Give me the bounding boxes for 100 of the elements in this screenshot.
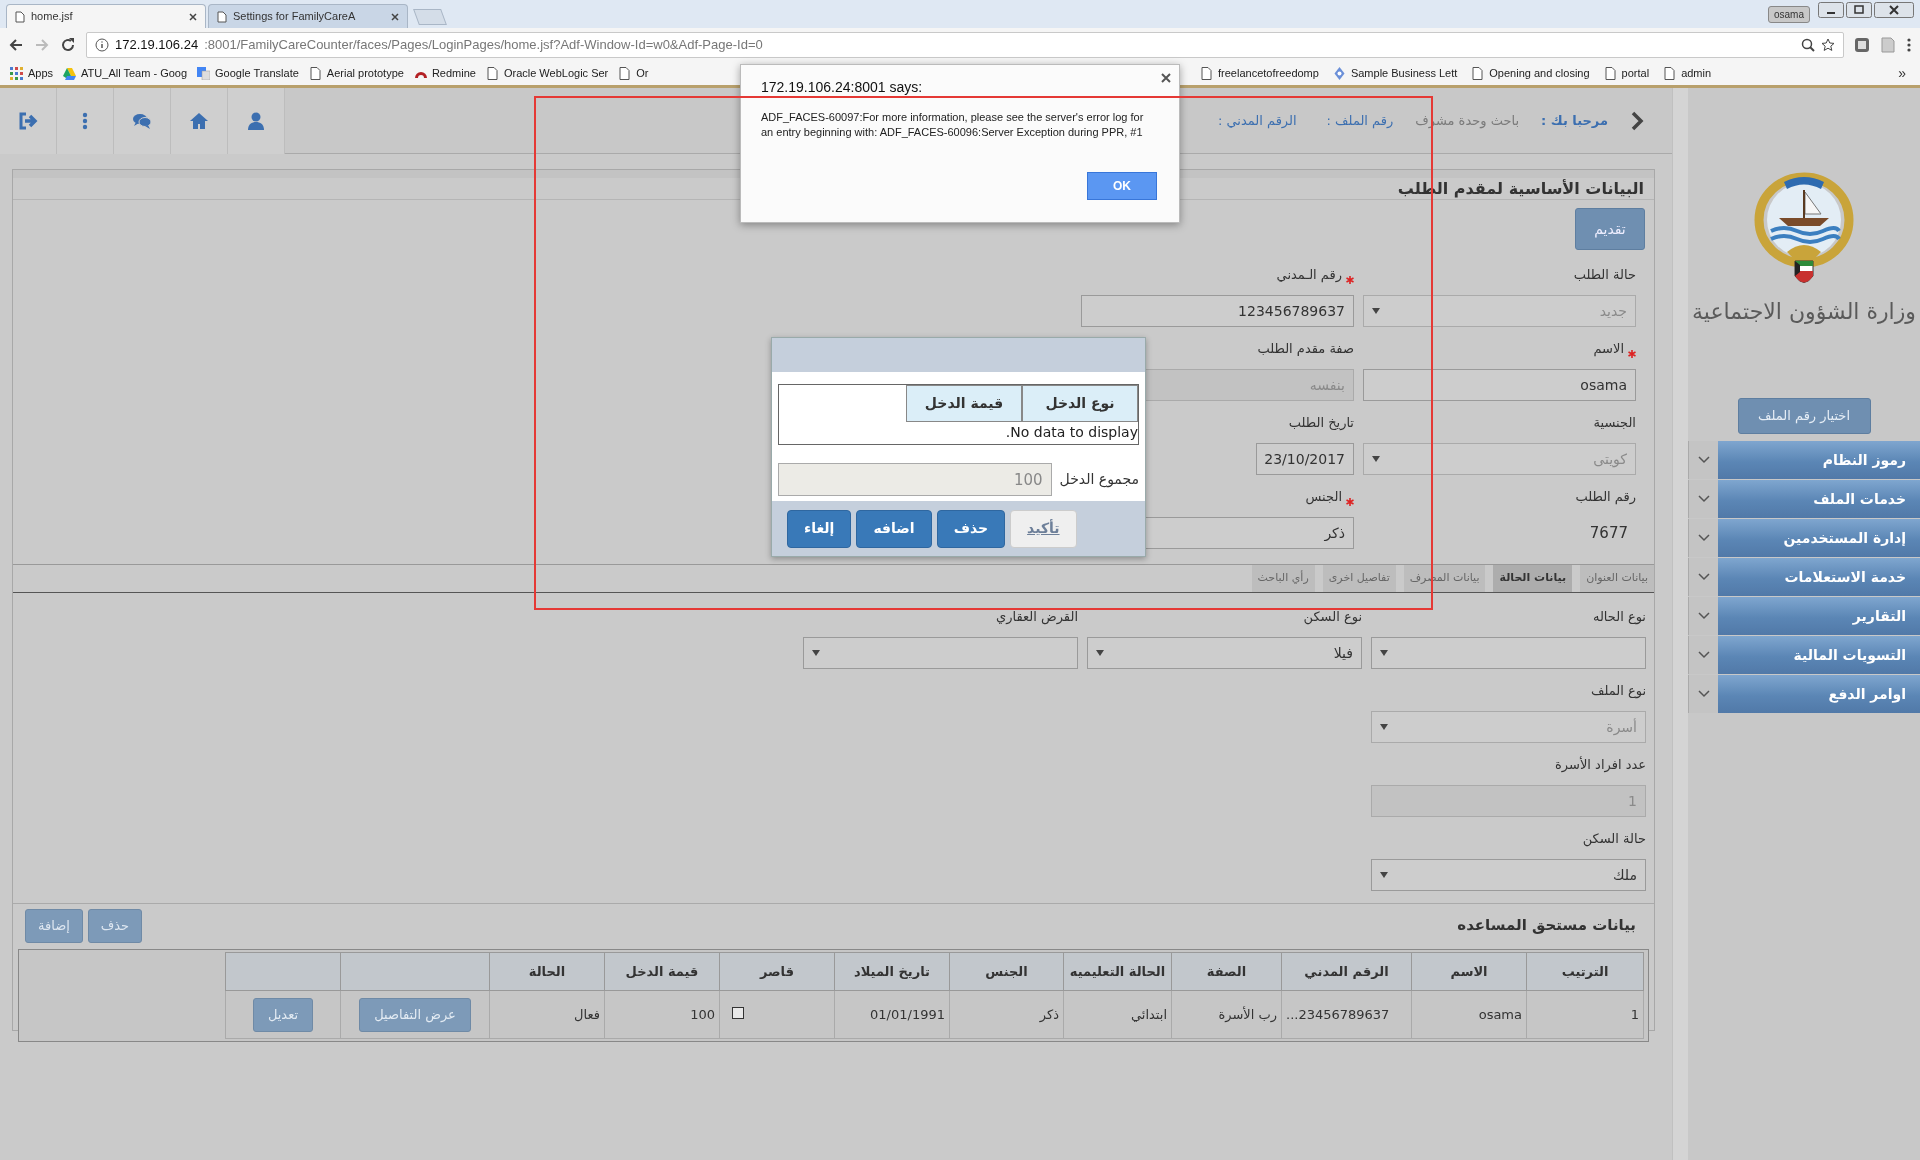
minimize-icon[interactable] bbox=[1818, 2, 1844, 18]
maximize-icon[interactable] bbox=[1846, 2, 1872, 18]
checkbox[interactable] bbox=[732, 1006, 744, 1019]
close-icon[interactable] bbox=[189, 12, 197, 21]
bookmark-link[interactable]: Redmine bbox=[413, 65, 476, 82]
expand-button[interactable] bbox=[1688, 519, 1718, 557]
field-label: الاسم bbox=[1593, 339, 1624, 358]
menu-item[interactable]: رموز النظام bbox=[1718, 441, 1920, 479]
overflow-button[interactable]: » bbox=[1898, 63, 1906, 84]
bookmark-link[interactable]: Aerial prototype bbox=[308, 65, 404, 82]
bookmark-link[interactable]: Opening and closing bbox=[1471, 65, 1590, 82]
table-cell: osama bbox=[1411, 990, 1527, 1039]
text-field[interactable]: osama bbox=[1363, 369, 1636, 401]
tab[interactable]: بيانات الحالة bbox=[1493, 565, 1573, 592]
pick-file-button[interactable]: اختيار رقم الملف bbox=[1737, 398, 1871, 434]
caret-icon bbox=[1096, 650, 1104, 656]
column-header: الترتيب bbox=[1526, 952, 1644, 991]
close-icon[interactable] bbox=[1161, 73, 1171, 83]
close-icon[interactable] bbox=[1874, 2, 1914, 18]
menu-item[interactable]: خدمات الملف bbox=[1718, 480, 1920, 518]
expand-button[interactable] bbox=[1688, 441, 1718, 479]
dialog-button[interactable]: حذف bbox=[936, 509, 1006, 548]
table-cell: 01/01/1991 bbox=[834, 990, 950, 1039]
expand-button[interactable] bbox=[1688, 480, 1718, 518]
apps-grid-icon bbox=[10, 67, 23, 80]
logout-button[interactable] bbox=[0, 87, 57, 154]
column-header: نوع الدخل bbox=[1022, 385, 1138, 422]
dialog-button[interactable]: إلغاء bbox=[787, 509, 852, 548]
close-icon[interactable] bbox=[391, 12, 399, 21]
menu-item[interactable]: التسويات المالية bbox=[1718, 636, 1920, 674]
table-cell: ...23456789637 bbox=[1281, 990, 1412, 1039]
dialog-button[interactable]: اضافه bbox=[856, 509, 932, 548]
user-icon bbox=[246, 110, 266, 131]
bookmark-link[interactable]: freelancetofreedomp bbox=[1200, 65, 1319, 82]
browser-tab[interactable]: home.jsf bbox=[6, 4, 206, 28]
expand-button[interactable] bbox=[1688, 558, 1718, 596]
empty-message: No data to display. bbox=[1004, 423, 1138, 442]
bookmark-link[interactable]: Sample Business Lett bbox=[1332, 65, 1458, 82]
field-label: نوع السكن bbox=[1303, 607, 1362, 626]
reload-icon[interactable] bbox=[60, 37, 76, 53]
tab[interactable]: بيانات العنوان bbox=[1580, 565, 1654, 592]
dropdown-field[interactable]: فيلا bbox=[1087, 637, 1362, 669]
field-label: نوع الحاله bbox=[1592, 607, 1646, 626]
expand-button[interactable] bbox=[1688, 636, 1718, 674]
field-label: مجموع الدخل bbox=[1059, 470, 1139, 490]
scrollbar[interactable] bbox=[1672, 88, 1688, 1160]
page-icon bbox=[1603, 67, 1617, 80]
menu-item[interactable]: التقارير bbox=[1718, 597, 1920, 635]
total-field[interactable]: 100 bbox=[778, 463, 1052, 496]
bookmark-link[interactable]: Google Translate bbox=[197, 65, 299, 82]
diamond-icon bbox=[1332, 67, 1346, 80]
back-icon[interactable] bbox=[8, 37, 24, 53]
menu-item[interactable]: إدارة المستخدمين bbox=[1718, 519, 1920, 557]
action-button[interactable]: إضافة bbox=[25, 908, 83, 943]
expand-button[interactable] bbox=[1688, 597, 1718, 635]
translate-icon bbox=[197, 67, 211, 80]
column-header: قاصر bbox=[719, 952, 835, 991]
page-icon bbox=[308, 67, 322, 80]
bookmark-link[interactable]: admin bbox=[1663, 65, 1712, 82]
expand-button[interactable] bbox=[1688, 675, 1718, 713]
document-icon[interactable] bbox=[1880, 37, 1896, 53]
browser-tab[interactable]: Settings for FamilyCareA bbox=[208, 4, 408, 28]
caret-icon bbox=[1380, 650, 1388, 656]
action-button[interactable]: حذف bbox=[87, 908, 143, 943]
chat-button[interactable] bbox=[114, 87, 171, 154]
zoom-icon[interactable] bbox=[1801, 38, 1815, 52]
bookmark-link[interactable]: ATU_All Team - Goog bbox=[63, 65, 188, 82]
row-action-button[interactable]: تعديل bbox=[252, 997, 314, 1032]
star-icon[interactable] bbox=[1821, 38, 1835, 52]
menu-icon[interactable] bbox=[1906, 37, 1912, 53]
bookmark-link[interactable]: Apps bbox=[10, 65, 54, 82]
user-button[interactable] bbox=[228, 87, 285, 154]
bookmark-link[interactable]: Oracle WebLogic Ser bbox=[485, 65, 609, 82]
date-field[interactable]: 23/10/2017 bbox=[1256, 443, 1354, 475]
bookmark-link[interactable]: Or bbox=[618, 65, 649, 82]
profile-button[interactable]: osama bbox=[1768, 5, 1810, 23]
tab[interactable]: رأي الباحث bbox=[1251, 565, 1315, 592]
column-header: الصفة bbox=[1171, 952, 1282, 991]
extension-icon[interactable] bbox=[1854, 37, 1870, 53]
forward-icon[interactable] bbox=[34, 37, 50, 53]
dropdown-field[interactable] bbox=[1371, 637, 1646, 669]
text-field[interactable]: 123456789637 bbox=[1081, 295, 1354, 327]
menu-item[interactable]: خدمة الاستعلامات bbox=[1718, 558, 1920, 596]
address-bar[interactable]: 172.19.106.24 :8001/FamilyCareCounter/faces/Pages/LoginPages/home.jsf?Adf-Window-Id=w0&Adf-Page-Id=0 bbox=[86, 32, 1844, 58]
submit-button[interactable]: تقديم bbox=[1575, 208, 1645, 250]
menu-item[interactable]: اوامر الدفع bbox=[1718, 675, 1920, 713]
info-icon bbox=[95, 38, 109, 52]
bookmark-link[interactable]: portal bbox=[1603, 65, 1650, 82]
chevron-right-icon[interactable] bbox=[1630, 110, 1644, 131]
ok-button[interactable]: OK bbox=[1087, 172, 1157, 200]
table-cell: 100 bbox=[604, 990, 720, 1039]
column-header: الاسم bbox=[1411, 952, 1527, 991]
logout-icon bbox=[18, 110, 38, 131]
table-cell: رب الأسرة bbox=[1171, 990, 1282, 1039]
field-label: حالة السكن bbox=[1582, 829, 1646, 848]
row-action-button[interactable]: عرض التفاصيل bbox=[359, 997, 471, 1032]
home-button[interactable] bbox=[171, 87, 228, 154]
dropdown-field[interactable] bbox=[803, 637, 1078, 669]
tab[interactable]: تفاصيل اخرى bbox=[1322, 565, 1396, 592]
dropdown-field[interactable]: ملك bbox=[1371, 859, 1646, 891]
